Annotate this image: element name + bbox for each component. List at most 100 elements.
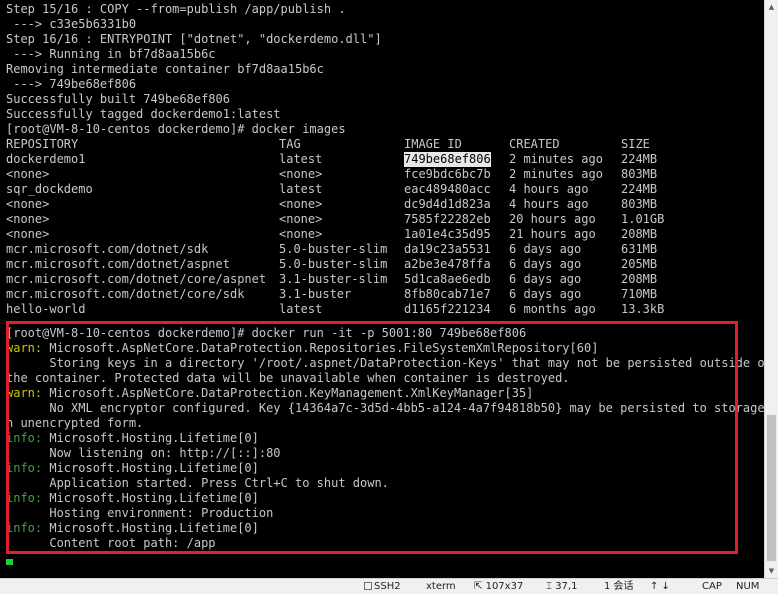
cell-tag: <none>: [279, 197, 323, 211]
cell-image-id: d1165f221234: [404, 302, 491, 316]
status-bar: SSH2 xterm ⇱ 107x37 ⌶ 37,1 1 会话 ↑ ↓ CAP …: [0, 578, 778, 594]
cell-repository: dockerdemo1: [6, 152, 86, 166]
cell-image-id: 8fb80cab71e7: [404, 287, 491, 301]
selected-image-id[interactable]: 749be68ef806: [404, 152, 491, 167]
table-row: hello-world latest d1165f221234 6 months…: [6, 302, 664, 317]
cell-tag: 5.0-buster-slim: [279, 257, 388, 271]
cell-created: 20 hours ago: [509, 212, 596, 226]
cell-size: 224MB: [621, 182, 658, 196]
triangle-down-icon[interactable]: ▼: [765, 564, 778, 578]
terminal-line: Successfully built 749be68ef806: [6, 92, 230, 106]
log-line: Hosting environment: Production: [6, 506, 274, 520]
status-size: ⇱ 107x37: [474, 581, 523, 593]
table-row: dockerdemo1 latest 749be68ef806 2 minute…: [6, 152, 657, 167]
cell-tag: latest: [279, 302, 323, 316]
log-line: info: Microsoft.Hosting.Lifetime[0]: [6, 461, 259, 476]
resize-icon: ⇱: [474, 581, 483, 592]
log-line: Now listening on: http://[::]:80: [6, 446, 281, 460]
cell-image-id: 1a01e4c35d95: [404, 227, 491, 241]
table-row: mcr.microsoft.com/dotnet/sdk 5.0-buster-…: [6, 242, 657, 257]
cell-tag: latest: [279, 182, 323, 196]
log-line: Storing keys in a directory '/root/.aspn…: [6, 356, 764, 370]
terminal-cursor: [6, 559, 13, 565]
cell-created: 4 hours ago: [509, 182, 589, 196]
cell-repository: <none>: [6, 167, 50, 181]
cell-image-id: a2be3e478ffa: [404, 257, 491, 271]
log-line: info: Microsoft.Hosting.Lifetime[0]: [6, 521, 259, 536]
cell-tag: latest: [279, 152, 323, 166]
vertical-scrollbar[interactable]: ▲ ▼: [764, 0, 778, 578]
cell-repository: mcr.microsoft.com/dotnet/core/aspnet: [6, 272, 267, 286]
log-level-info: info:: [6, 491, 43, 505]
scrollbar-thumb[interactable]: [767, 415, 776, 561]
header-size: SIZE: [621, 137, 650, 151]
table-row: <none> <none> 1a01e4c35d95 21 hours ago …: [6, 227, 657, 242]
cell-repository: <none>: [6, 212, 50, 226]
log-line: info: Microsoft.Hosting.Lifetime[0]: [6, 491, 259, 506]
cell-tag: 3.1-buster: [279, 287, 352, 301]
log-line: n unencrypted form.: [6, 416, 144, 430]
log-source: Microsoft.Hosting.Lifetime[0]: [49, 521, 259, 535]
status-num: NUM: [736, 581, 760, 592]
log-line: Application started. Press Ctrl+C to shu…: [6, 476, 389, 490]
cell-created: 21 hours ago: [509, 227, 596, 241]
terminal-line: Step 15/16 : COPY --from=publish /app/pu…: [6, 2, 346, 16]
cell-image-id: da19c23a5531: [404, 242, 491, 256]
log-line: the container. Protected data will be un…: [6, 371, 570, 385]
terminal-line: ---> Running in bf7d8aa15b6c: [6, 47, 216, 61]
cell-tag: <none>: [279, 167, 323, 181]
cell-created: 6 months ago: [509, 302, 596, 316]
cell-tag: <none>: [279, 227, 323, 241]
log-line: warn: Microsoft.AspNetCore.DataProtectio…: [6, 341, 598, 356]
cell-repository: mcr.microsoft.com/dotnet/aspnet: [6, 257, 230, 271]
log-line: No XML encryptor configured. Key {14364a…: [6, 401, 764, 415]
images-table-header: REPOSITORY TAG IMAGE ID CREATED SIZE: [6, 137, 650, 152]
terminal-line: ---> 749be68ef806: [6, 77, 137, 91]
table-row: mcr.microsoft.com/dotnet/core/sdk 3.1-bu…: [6, 287, 657, 302]
header-created: CREATED: [509, 137, 560, 151]
triangle-up-icon[interactable]: ▲: [765, 0, 778, 14]
cell-size: 710MB: [621, 287, 658, 301]
cell-tag: 3.1-buster-slim: [279, 272, 388, 286]
cell-created: 2 minutes ago: [509, 167, 603, 181]
log-level-info: info:: [6, 431, 43, 445]
log-level-info: info:: [6, 521, 43, 535]
terminal-output[interactable]: Step 15/16 : COPY --from=publish /app/pu…: [0, 0, 764, 578]
status-caps: CAP: [702, 581, 722, 592]
cell-size: 205MB: [621, 257, 658, 271]
log-level-warn: warn:: [6, 341, 43, 355]
cell-created: 2 minutes ago: [509, 152, 603, 166]
table-row: mcr.microsoft.com/dotnet/core/aspnet 3.1…: [6, 272, 657, 287]
cell-size: 208MB: [621, 272, 658, 286]
log-level-info: info:: [6, 461, 43, 475]
terminal-prompt-line: [root@VM-8-10-centos dockerdemo]# docker…: [6, 326, 527, 340]
cell-size: 1.01GB: [621, 212, 665, 226]
log-line: Content root path: /app: [6, 536, 216, 550]
table-row: mcr.microsoft.com/dotnet/aspnet 5.0-bust…: [6, 257, 657, 272]
terminal-line: Step 16/16 : ENTRYPOINT ["dotnet", "dock…: [6, 32, 382, 46]
status-terminal-type: xterm: [426, 581, 456, 592]
table-row: sqr_dockdemo latest eac489480acc 4 hours…: [6, 182, 657, 197]
log-source: Microsoft.AspNetCore.DataProtection.Repo…: [49, 341, 599, 355]
cell-repository: <none>: [6, 227, 50, 241]
cursor-position-icon: ⌶: [546, 581, 552, 592]
session-arrows-icon[interactable]: ↑ ↓: [650, 581, 670, 593]
terminal-prompt-line: [root@VM-8-10-centos dockerdemo]# docker…: [6, 122, 346, 136]
status-sessions: 1 会话: [604, 581, 634, 592]
cell-image-id: 5d1ca8ae6edb: [404, 272, 491, 286]
header-repository: REPOSITORY: [6, 137, 79, 151]
cell-tag: 5.0-buster-slim: [279, 242, 388, 256]
log-source: Microsoft.Hosting.Lifetime[0]: [49, 491, 259, 505]
log-line: warn: Microsoft.AspNetCore.DataProtectio…: [6, 386, 533, 401]
cell-created: 6 days ago: [509, 242, 582, 256]
log-source: Microsoft.AspNetCore.DataProtection.KeyM…: [49, 386, 534, 400]
cell-created: 4 hours ago: [509, 197, 589, 211]
log-line: info: Microsoft.Hosting.Lifetime[0]: [6, 431, 259, 446]
log-source: Microsoft.Hosting.Lifetime[0]: [49, 461, 259, 475]
cell-image-id: dc9d4d1d823a: [404, 197, 491, 211]
cell-repository: hello-world: [6, 302, 86, 316]
cell-repository: mcr.microsoft.com/dotnet/sdk: [6, 242, 209, 256]
status-cursor-position: ⌶ 37,1: [546, 581, 577, 593]
cell-repository: <none>: [6, 197, 50, 211]
cell-size: 803MB: [621, 197, 658, 211]
